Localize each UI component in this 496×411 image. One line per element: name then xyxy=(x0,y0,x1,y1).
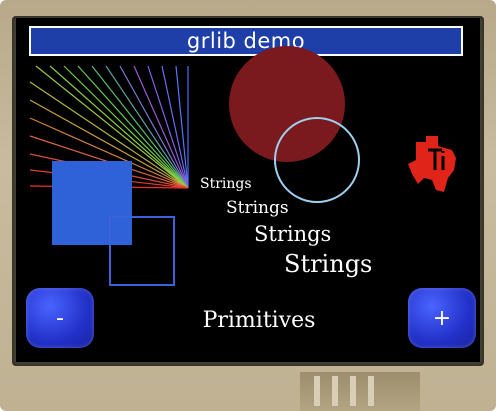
next-button-label: + xyxy=(432,305,452,331)
mode-label: Primitives xyxy=(202,308,316,333)
display-screen: grlib demo Strings Strings Strings Strin… xyxy=(16,18,480,362)
previous-button-label: - xyxy=(56,305,64,331)
next-button[interactable]: + xyxy=(408,288,476,348)
string-sample-3: Strings xyxy=(254,222,332,246)
device-frame: grlib demo Strings Strings Strings Strin… xyxy=(0,0,496,411)
filled-circle xyxy=(229,46,345,162)
previous-button[interactable]: - xyxy=(26,288,94,348)
string-sample-4: Strings xyxy=(284,250,373,278)
string-sample-2: Strings xyxy=(226,198,289,218)
flex-connector xyxy=(300,372,420,411)
filled-rectangle xyxy=(52,161,132,245)
ti-logo-icon xyxy=(408,136,456,192)
string-sample-1: Strings xyxy=(200,176,252,192)
